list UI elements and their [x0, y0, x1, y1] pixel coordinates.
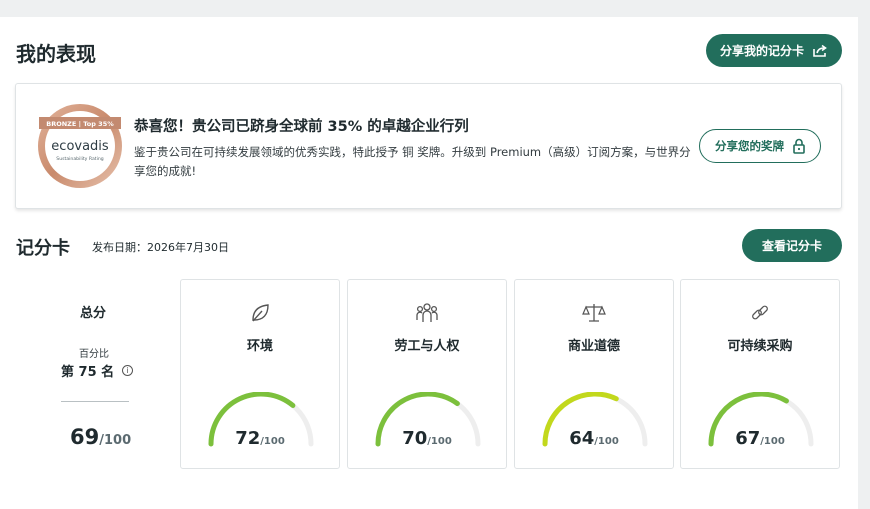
theme-score-value: 72 — [235, 428, 261, 449]
scales-icon — [582, 304, 606, 322]
theme-score: 72/100 — [181, 428, 339, 449]
view-scorecard-button[interactable]: 查看记分卡 — [742, 229, 842, 262]
theme-score: 64/100 — [515, 428, 673, 449]
rank-text: 第 75 名 — [61, 365, 115, 380]
theme-name: 劳工与人权 — [394, 339, 460, 354]
info-icon[interactable]: i — [122, 365, 134, 376]
theme-score-denominator: /100 — [594, 436, 619, 447]
theme-score: 70/100 — [348, 428, 506, 449]
theme-name: 商业道德 — [567, 339, 620, 354]
theme-name: 可持续采购 — [727, 339, 793, 354]
theme-score-value: 67 — [735, 428, 761, 449]
theme-name: 环境 — [246, 339, 273, 354]
leaf-icon — [252, 304, 269, 322]
share-scorecard-label: 分享我的记分卡 — [719, 44, 804, 58]
theme-score-denominator: /100 — [260, 436, 285, 447]
award-description: 鉴于贵公司在可持续发展领域的优秀实践，特此授予 铜 奖牌。升级到 Premium… — [134, 145, 691, 178]
award-heading: 恭喜您！贵公司已跻身全球前 35% 的卓越企业行列 — [134, 119, 469, 135]
percentile-rank: 第 75 名 i — [61, 361, 134, 380]
divider — [61, 401, 129, 402]
theme-card-labor-human-rights[interactable]: 劳工与人权 70/100 — [347, 279, 507, 469]
overall-score-denominator: /100 — [99, 433, 132, 448]
share-badge-button[interactable]: 分享您的奖牌 — [699, 129, 821, 163]
ecovadis-medal-icon: BRONZE | Top 35% ecovadis Sustainability… — [38, 104, 122, 188]
theme-card-business-ethics[interactable]: 商业道德 64/100 — [514, 279, 674, 469]
medal-subtitle: Sustainability Rating — [56, 156, 103, 162]
overall-score-value: 69 — [70, 425, 100, 449]
theme-score-denominator: /100 — [760, 436, 785, 447]
scorecard-title: 记分卡 — [16, 238, 70, 259]
theme-card-environment[interactable]: 环境 72/100 — [180, 279, 340, 469]
theme-score-denominator: /100 — [427, 436, 452, 447]
people-icon — [416, 303, 438, 322]
link-icon — [752, 305, 768, 320]
percentile-label: 百分比 — [79, 349, 109, 360]
lock-icon — [793, 138, 805, 154]
share-badge-label: 分享您的奖牌 — [715, 139, 784, 153]
overall-score: 69/100 — [70, 425, 131, 449]
award-banner: BRONZE | Top 35% ecovadis Sustainability… — [15, 83, 842, 209]
medal-level: BRONZE | Top 35% — [46, 120, 114, 129]
theme-score-value: 64 — [569, 428, 595, 449]
publish-date: 发布日期：2026年7月30日 — [92, 241, 229, 254]
share-scorecard-button[interactable]: 分享我的记分卡 — [706, 34, 842, 67]
theme-card-sustainable-procurement[interactable]: 可持续采购 67/100 — [680, 279, 840, 469]
page-title: 我的表现 — [16, 42, 96, 66]
theme-score-value: 70 — [402, 428, 428, 449]
share-icon — [813, 44, 827, 57]
medal-brand: ecovadis — [51, 139, 109, 154]
overall-label: 总分 — [80, 306, 107, 321]
view-scorecard-label: 查看记分卡 — [761, 239, 822, 253]
theme-score: 67/100 — [681, 428, 839, 449]
